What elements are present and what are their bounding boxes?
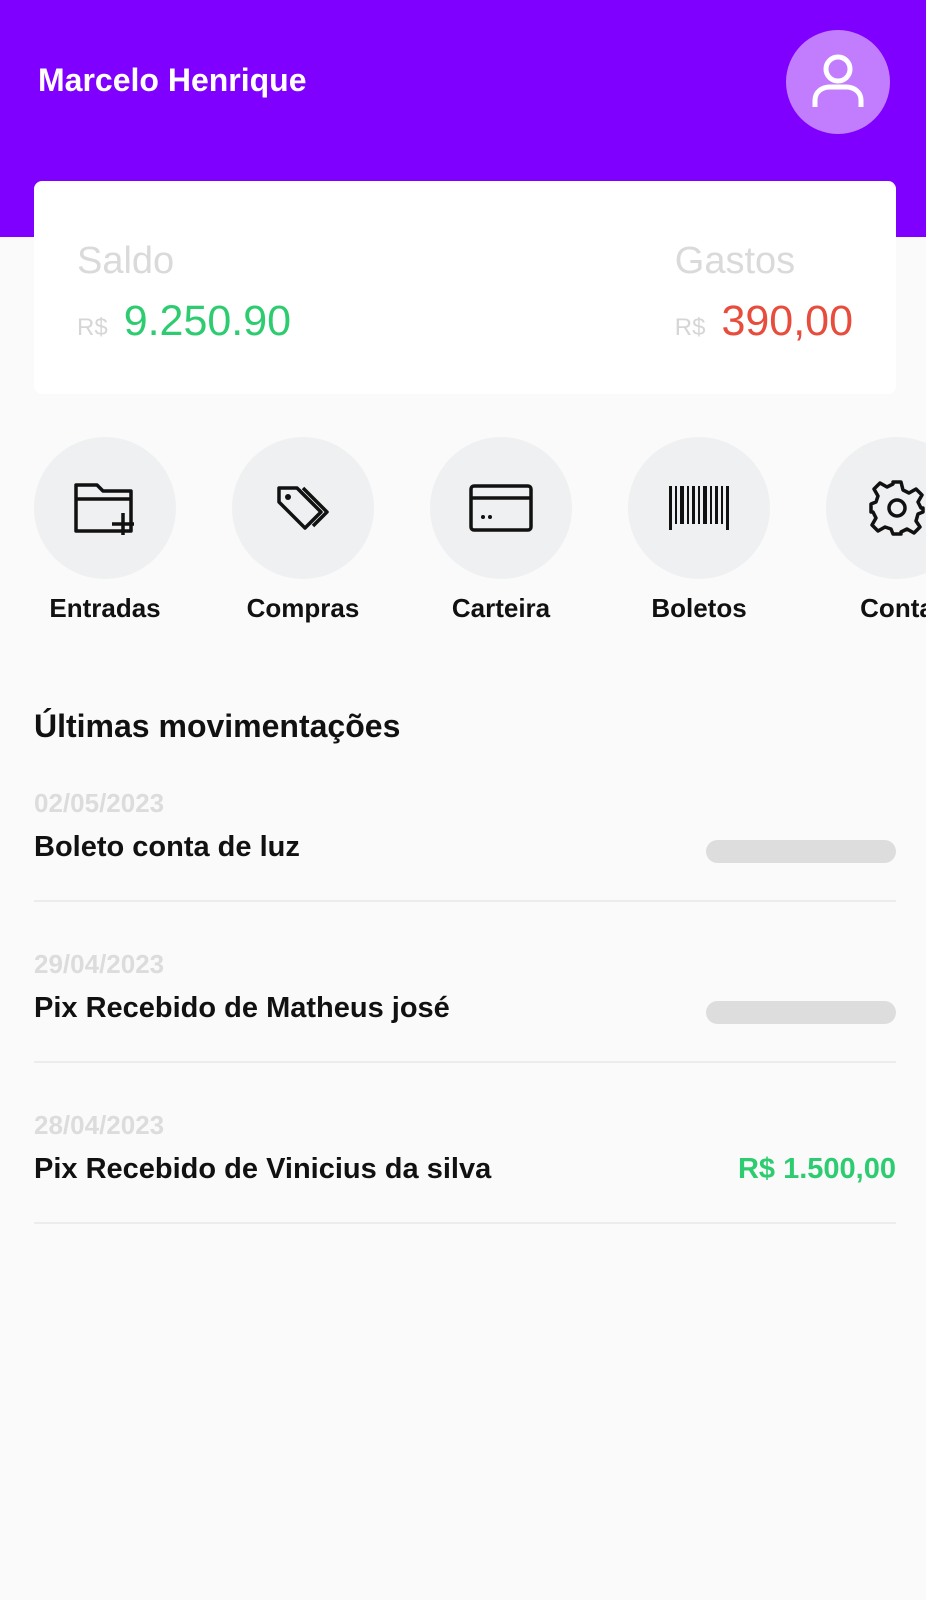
- folder-plus-icon: [74, 483, 134, 535]
- gastos-label: Gastos: [674, 240, 796, 282]
- saldo-block: Saldo R$ 9.250.90: [77, 239, 291, 346]
- transaction-description: Pix Recebido de Matheus josé: [34, 992, 450, 1024]
- transaction-row[interactable]: 28/04/2023 Pix Recebido de Vinicius da s…: [34, 1110, 896, 1224]
- saldo-currency: R$: [77, 314, 108, 341]
- action-entradas[interactable]: Entradas: [34, 437, 176, 624]
- gastos-block: Gastos R$ 390,00: [675, 239, 853, 346]
- action-conta[interactable]: Conta: [826, 437, 926, 624]
- action-label: Carteira: [451, 593, 551, 623]
- section-title: Últimas movimentações: [34, 708, 401, 744]
- barcode-icon: [669, 486, 729, 530]
- saldo-value: 9.250.90: [123, 297, 292, 345]
- transaction-description: Pix Recebido de Vinicius da silva: [34, 1153, 492, 1185]
- user-name: Marcelo Henrique: [38, 62, 307, 98]
- quick-actions[interactable]: Entradas Compras Carteira Boletos Cont: [0, 437, 926, 637]
- transaction-amount-hidden: [706, 1001, 896, 1024]
- balance-card: Saldo R$ 9.250.90 Gastos R$ 390,00: [34, 181, 896, 394]
- action-label: Boletos: [651, 593, 747, 623]
- transaction-description: Boleto conta de luz: [34, 831, 300, 863]
- transaction-amount-hidden: [706, 840, 896, 863]
- transaction-date: 29/04/2023: [34, 949, 165, 979]
- tags-icon: [277, 486, 329, 530]
- action-label: Conta: [860, 593, 926, 623]
- gastos-value: 390,00: [721, 297, 853, 345]
- action-label: Entradas: [49, 593, 161, 623]
- action-compras[interactable]: Compras: [232, 437, 374, 624]
- transaction-date: 02/05/2023: [34, 788, 165, 818]
- action-label: Compras: [246, 593, 360, 623]
- transaction-amount: R$ 1.500,00: [737, 1153, 896, 1185]
- action-carteira[interactable]: Carteira: [430, 437, 572, 624]
- gear-icon: [869, 480, 925, 536]
- gastos-currency: R$: [674, 314, 706, 341]
- user-icon: [812, 54, 864, 107]
- action-boletos[interactable]: Boletos: [628, 437, 770, 624]
- transaction-row[interactable]: 29/04/2023 Pix Recebido de Matheus josé: [34, 949, 896, 1063]
- profile-button[interactable]: [786, 30, 890, 134]
- transaction-date: 28/04/2023: [34, 1110, 165, 1140]
- transaction-row[interactable]: 02/05/2023 Boleto conta de luz: [34, 788, 896, 902]
- credit-card-icon: [469, 484, 533, 532]
- saldo-label: Saldo: [77, 240, 175, 282]
